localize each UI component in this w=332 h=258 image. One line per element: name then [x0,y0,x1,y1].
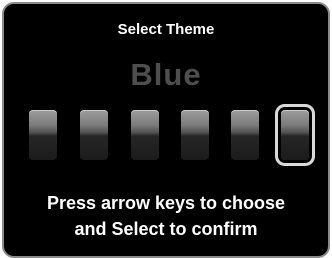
theme-select-dialog: Select Theme Blue Press arrow keys to ch… [2,2,330,258]
dialog-title: Select Theme [117,21,215,38]
theme-swatch-5[interactable] [231,110,259,160]
theme-swatch-3[interactable] [131,110,159,160]
theme-swatch-row [29,110,319,168]
selected-theme-name: Blue [130,57,202,92]
instruction-line-1: Press arrow keys to choose [46,193,286,213]
theme-swatch-2[interactable] [80,110,108,160]
theme-swatch-4[interactable] [181,110,209,160]
theme-swatch-1[interactable] [29,110,57,160]
instruction-text: Press arrow keys to choose and Select to… [4,190,328,242]
theme-swatch-6-selected[interactable] [281,110,309,160]
instruction-line-2: and Select to confirm [74,219,258,239]
